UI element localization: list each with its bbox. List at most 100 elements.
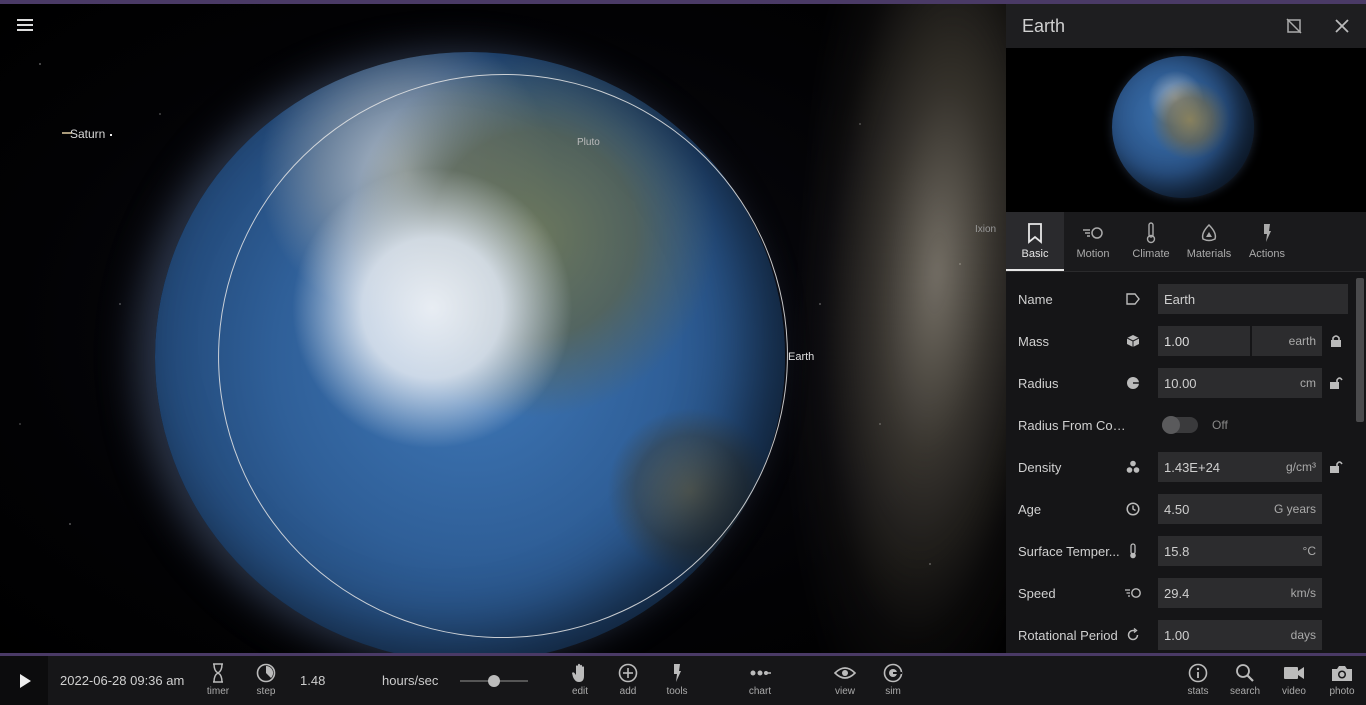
- speed-value: 29.4: [1164, 585, 1190, 601]
- radius-unit[interactable]: cm: [1300, 376, 1316, 390]
- radius-from-composition-toggle[interactable]: [1162, 416, 1198, 434]
- radius-value: 10.00: [1164, 375, 1197, 391]
- density-unit[interactable]: g/cm³: [1286, 460, 1316, 474]
- property-name: Name Earth: [1006, 278, 1366, 320]
- tab-climate[interactable]: Climate: [1122, 212, 1180, 271]
- video-camera-icon: [1283, 662, 1305, 684]
- video-button[interactable]: video: [1274, 662, 1314, 697]
- unlock-icon[interactable]: [1328, 459, 1344, 475]
- tab-basic[interactable]: Basic: [1006, 212, 1064, 271]
- property-radius-from-composition: Radius From Composi... Off: [1006, 404, 1366, 446]
- video-label: video: [1282, 686, 1306, 697]
- panel-title: Earth: [1022, 15, 1066, 36]
- rotate-icon: [1124, 626, 1142, 644]
- timer-button[interactable]: timer: [198, 662, 238, 697]
- radius-field[interactable]: 10.00 cm: [1158, 368, 1322, 398]
- bottom-toolbar: 2022-06-28 09:36 am timer step 1.48 hour…: [0, 656, 1366, 705]
- properties-list: Name Earth Mass 1.00 earth Radius 10.00: [1006, 272, 1366, 653]
- surface-temperature-unit[interactable]: °C: [1303, 544, 1316, 558]
- speed-field[interactable]: 29.4 km/s: [1158, 578, 1322, 608]
- thermometer-icon: [1124, 542, 1142, 560]
- photo-button[interactable]: photo: [1322, 662, 1362, 697]
- step-label: step: [256, 686, 276, 697]
- search-button[interactable]: search: [1225, 662, 1265, 697]
- tab-motion[interactable]: Motion: [1064, 212, 1122, 271]
- time-rate-unit[interactable]: hours/sec: [382, 673, 438, 688]
- object-preview[interactable]: [1006, 48, 1366, 212]
- add-button[interactable]: add: [608, 662, 648, 697]
- view-button[interactable]: view: [825, 662, 865, 697]
- camera-icon: [1331, 662, 1353, 684]
- density-icon: [1124, 458, 1142, 476]
- stats-label: stats: [1187, 686, 1209, 697]
- tab-materials[interactable]: Materials: [1180, 212, 1238, 271]
- saturn-label[interactable]: Saturn: [70, 127, 105, 141]
- tools-button[interactable]: tools: [657, 662, 697, 697]
- toggle-state: Off: [1212, 418, 1228, 432]
- age-value: 4.50: [1164, 501, 1190, 517]
- sim-icon: [882, 662, 904, 684]
- surface-temperature-value: 15.8: [1164, 543, 1190, 559]
- tab-motion-label: Motion: [1076, 248, 1110, 260]
- property-surface-temperature: Surface Temper... 15.8 °C: [1006, 530, 1366, 572]
- rotational-period-field[interactable]: 1.00 days: [1158, 620, 1322, 650]
- cube-icon: [1124, 332, 1142, 350]
- property-label: Age: [1018, 501, 1042, 517]
- space-viewport[interactable]: Saturn Pluto Earth Ixion: [0, 4, 1006, 653]
- add-label: add: [619, 686, 637, 697]
- mass-input[interactable]: 1.00: [1158, 326, 1250, 356]
- speed-unit[interactable]: km/s: [1291, 586, 1316, 600]
- object-panel: Earth Basic Motion Climate Materials Act…: [1006, 4, 1366, 653]
- tab-materials-label: Materials: [1186, 248, 1232, 260]
- step-button[interactable]: step: [246, 662, 286, 697]
- simulation-datetime[interactable]: 2022-06-28 09:36 am: [60, 673, 184, 688]
- play-button[interactable]: [0, 656, 48, 705]
- tab-climate-label: Climate: [1132, 248, 1170, 260]
- property-label: Name: [1018, 291, 1053, 307]
- earth-preview-globe: [1112, 56, 1254, 198]
- time-rate-slider[interactable]: [460, 675, 528, 687]
- chart-button[interactable]: chart: [740, 662, 780, 697]
- lock-icon[interactable]: [1328, 333, 1344, 349]
- tab-actions[interactable]: Actions: [1238, 212, 1296, 271]
- sim-button[interactable]: sim: [873, 662, 913, 697]
- tools-icon: [666, 662, 688, 684]
- bookmark-icon: [1022, 220, 1048, 246]
- name-input[interactable]: Earth: [1158, 284, 1348, 314]
- property-density: Density 1.43E+24 g/cm³: [1006, 446, 1366, 488]
- rotational-period-value: 1.00: [1164, 627, 1190, 643]
- panel-header: Earth: [1006, 4, 1366, 48]
- info-icon: [1187, 662, 1209, 684]
- clock-icon: [1124, 500, 1142, 518]
- unlock-icon[interactable]: [1328, 375, 1344, 391]
- pluto-label[interactable]: Pluto: [577, 137, 600, 148]
- stats-button[interactable]: stats: [1178, 662, 1218, 697]
- property-label: Surface Temper...: [1018, 543, 1120, 559]
- density-field[interactable]: 1.43E+24 g/cm³: [1158, 452, 1322, 482]
- slider-knob[interactable]: [488, 675, 500, 687]
- rotational-period-unit[interactable]: days: [1291, 628, 1316, 642]
- tools-label: tools: [666, 686, 688, 697]
- eye-icon: [834, 662, 856, 684]
- step-icon: [255, 662, 277, 684]
- hamburger-menu-icon[interactable]: [14, 16, 36, 38]
- earth-label[interactable]: Earth: [788, 351, 814, 363]
- age-unit[interactable]: G years: [1274, 502, 1316, 516]
- saturn-point: [110, 134, 112, 136]
- sim-label: sim: [885, 686, 901, 697]
- close-icon[interactable]: [1330, 14, 1354, 38]
- tag-icon: [1124, 290, 1142, 308]
- age-field[interactable]: 4.50 G years: [1158, 494, 1322, 524]
- ixion-label[interactable]: Ixion: [975, 224, 996, 235]
- hide-preview-icon[interactable]: [1282, 14, 1306, 38]
- mass-unit-select[interactable]: earth: [1252, 326, 1322, 356]
- panel-scrollbar[interactable]: [1356, 278, 1364, 422]
- edit-button[interactable]: edit: [560, 662, 600, 697]
- time-rate-value[interactable]: 1.48: [300, 673, 325, 688]
- property-tabs: Basic Motion Climate Materials Actions: [1006, 212, 1366, 272]
- density-value: 1.43E+24: [1164, 459, 1221, 475]
- chart-icon: [749, 662, 771, 684]
- hourglass-icon: [207, 662, 229, 684]
- property-label: Density: [1018, 459, 1062, 475]
- surface-temperature-field[interactable]: 15.8 °C: [1158, 536, 1322, 566]
